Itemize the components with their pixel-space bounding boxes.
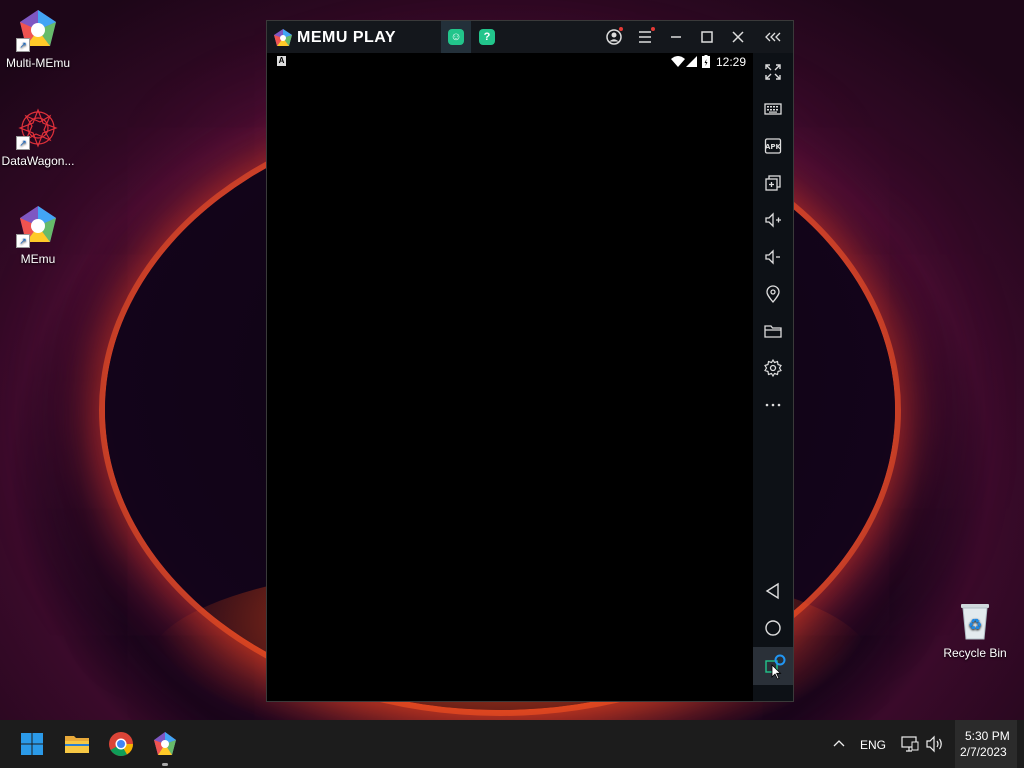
android-home-button[interactable] <box>753 611 793 645</box>
maximize-icon <box>701 31 713 43</box>
chevrons-left-icon <box>765 32 781 42</box>
keyboard-icon <box>764 103 782 115</box>
desktop-icon-label: MEmu <box>20 252 56 266</box>
memu-icon: ↗ <box>16 204 60 248</box>
more-icon <box>765 403 781 407</box>
close-icon <box>732 31 744 43</box>
android-clock: 12:29 <box>716 55 747 69</box>
file-explorer-icon <box>65 736 89 753</box>
more-button[interactable] <box>753 388 793 422</box>
cell-signal-icon <box>686 56 697 67</box>
desktop-icon-memu[interactable]: ↗ MEmu <box>0 204 76 266</box>
notification-icon: A <box>277 56 286 66</box>
multi-window-icon <box>765 175 781 191</box>
apk-install-button[interactable]: APK <box>753 129 793 163</box>
shared-folder-button[interactable] <box>753 314 793 348</box>
minimize-icon <box>671 36 681 38</box>
mouse-cursor-icon <box>771 664 782 680</box>
apk-label: APK <box>765 143 782 151</box>
chevron-up-icon <box>833 740 845 747</box>
taskbar: ENG 5:30 PM 2/7/2023 <box>0 720 1024 768</box>
location-icon <box>766 285 780 304</box>
desktop-icon-label: DataWagon... <box>1 154 75 168</box>
file-explorer-button[interactable] <box>61 728 93 760</box>
start-button[interactable] <box>16 728 48 760</box>
language-indicator[interactable]: ENG <box>860 738 886 752</box>
back-icon <box>765 582 779 600</box>
apk-icon: APK <box>764 138 782 154</box>
collapse-sidebar-button[interactable] <box>761 25 785 49</box>
keyboard-button[interactable] <box>753 92 793 126</box>
android-recents-button[interactable] <box>753 647 793 685</box>
location-button[interactable] <box>753 277 793 311</box>
memu-logo-icon <box>274 29 292 46</box>
maximize-button[interactable] <box>695 25 719 49</box>
recycle-bin-icon: ♻ <box>953 598 997 642</box>
logo-text: MEMU PLAY <box>297 29 397 46</box>
fullscreen-button[interactable] <box>753 55 793 89</box>
tray-overflow-button[interactable] <box>823 728 855 760</box>
recents-icon <box>765 654 786 680</box>
network-icon <box>901 736 919 752</box>
speaker-icon <box>926 735 942 753</box>
app-tab-2-icon: ? <box>479 29 495 45</box>
running-indicator <box>162 763 168 766</box>
settings-icon <box>764 358 782 378</box>
desktop-icon-datawagon[interactable]: ↗ DataWagon... <box>0 106 76 168</box>
android-back-button[interactable] <box>753 574 793 608</box>
folder-icon <box>764 325 782 338</box>
memu-logo: MEMU PLAY <box>273 28 396 48</box>
volume-button[interactable] <box>919 728 951 760</box>
shortcut-arrow-icon: ↗ <box>16 234 30 248</box>
account-button[interactable] <box>602 25 626 49</box>
desktop-icon-multi-memu[interactable]: ↗ Multi-MEmu <box>0 8 76 70</box>
account-icon <box>606 27 623 45</box>
chrome-button[interactable] <box>105 728 137 760</box>
app-tab-1-icon: ☺ <box>448 29 464 45</box>
hamburger-menu-icon <box>639 27 655 43</box>
android-status-bar: A 12:29 <box>267 53 753 71</box>
desktop-icon-label: Recycle Bin <box>943 646 1007 660</box>
app-tab-2[interactable]: ? <box>472 21 502 53</box>
fullscreen-icon <box>765 64 781 80</box>
chrome-icon <box>109 732 133 757</box>
multi-instance-button[interactable] <box>753 166 793 200</box>
menu-button[interactable] <box>633 25 657 49</box>
emulator-sidebar: APK <box>753 53 793 701</box>
desktop-icon-recycle-bin[interactable]: ♻ Recycle Bin <box>937 598 1013 660</box>
memu-taskbar-icon <box>154 732 176 755</box>
shortcut-arrow-icon: ↗ <box>16 38 30 52</box>
windows-start-icon <box>21 733 43 755</box>
multi-memu-icon: ↗ <box>16 8 60 52</box>
volume-down-button[interactable] <box>753 240 793 274</box>
volume-up-button[interactable] <box>753 203 793 237</box>
minimize-button[interactable] <box>664 25 688 49</box>
taskbar-time: 5:30 PM <box>965 729 1010 743</box>
android-screen[interactable] <box>267 53 753 701</box>
datawagon-icon: ↗ <box>16 106 60 150</box>
volume-up-icon <box>765 212 781 228</box>
desktop-icon-label: Multi-MEmu <box>5 56 70 70</box>
shortcut-arrow-icon: ↗ <box>16 136 30 150</box>
title-bar[interactable]: MEMU PLAY ☺ ? <box>267 21 793 53</box>
wifi-icon <box>671 56 685 67</box>
settings-button[interactable] <box>753 351 793 385</box>
clock-button[interactable]: 5:30 PM 2/7/2023 <box>955 720 1017 768</box>
home-icon <box>765 620 781 636</box>
memu-taskbar-button[interactable] <box>149 728 181 766</box>
app-tab-1[interactable]: ☺ <box>441 21 471 53</box>
svg-text:♻: ♻ <box>968 615 982 634</box>
taskbar-date: 2/7/2023 <box>960 745 1007 759</box>
volume-down-icon <box>765 249 780 265</box>
memu-window: MEMU PLAY ☺ ? A 12:29 APK <box>266 20 794 702</box>
close-button[interactable] <box>726 25 750 49</box>
battery-icon <box>702 55 710 68</box>
